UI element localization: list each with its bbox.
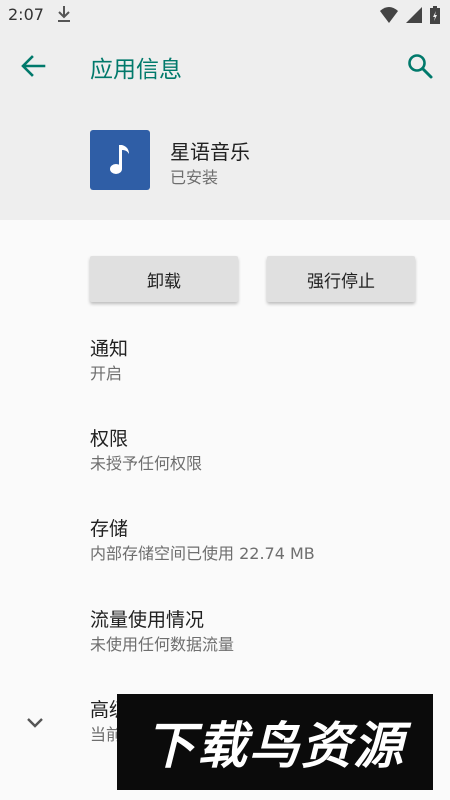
status-time: 2:07 <box>8 5 44 24</box>
arrow-left-icon <box>21 55 46 77</box>
app-header: 星语音乐 已安装 <box>0 102 450 220</box>
status-icons <box>380 6 440 28</box>
download-icon <box>56 4 72 28</box>
chevron-down-icon[interactable] <box>22 710 48 736</box>
watermark-text: 下载鸟资源 <box>145 717 405 775</box>
music-note-icon <box>110 145 129 174</box>
watermark-overlay: 下载鸟资源 <box>117 694 433 790</box>
search-icon <box>408 54 433 79</box>
page-title: 应用信息 <box>90 57 182 83</box>
pref-summary: 开启 <box>90 364 123 383</box>
pref-summary: 内部存储空间已使用 22.74 MB <box>90 544 315 563</box>
app-name: 星语音乐 <box>170 140 250 164</box>
pref-title: 存储 <box>90 518 129 540</box>
pref-notifications[interactable]: 通知 开启 <box>90 336 420 386</box>
app-install-status: 已安装 <box>170 168 219 187</box>
pref-data-usage[interactable]: 流量使用情况 未使用任何数据流量 <box>90 607 420 657</box>
pref-summary: 未授予任何权限 <box>90 454 203 473</box>
force-stop-button[interactable]: 强行停止 <box>267 256 415 302</box>
signal-icon <box>406 7 422 27</box>
pref-title: 流量使用情况 <box>90 609 205 631</box>
pref-permissions[interactable]: 权限 未授予任何权限 <box>90 426 420 476</box>
pref-storage[interactable]: 存储 内部存储空间已使用 22.74 MB <box>90 516 420 566</box>
pref-title: 通知 <box>90 338 129 360</box>
wifi-icon <box>380 7 398 27</box>
back-button[interactable] <box>18 52 50 80</box>
uninstall-button[interactable]: 卸载 <box>90 256 238 302</box>
app-icon <box>90 130 150 190</box>
pref-summary: 未使用任何数据流量 <box>90 635 235 654</box>
search-button[interactable] <box>404 50 436 82</box>
status-bar: 2:07 <box>0 0 450 30</box>
app-bar: 应用信息 <box>0 30 450 102</box>
battery-icon <box>430 6 440 28</box>
pref-title: 权限 <box>90 428 129 450</box>
